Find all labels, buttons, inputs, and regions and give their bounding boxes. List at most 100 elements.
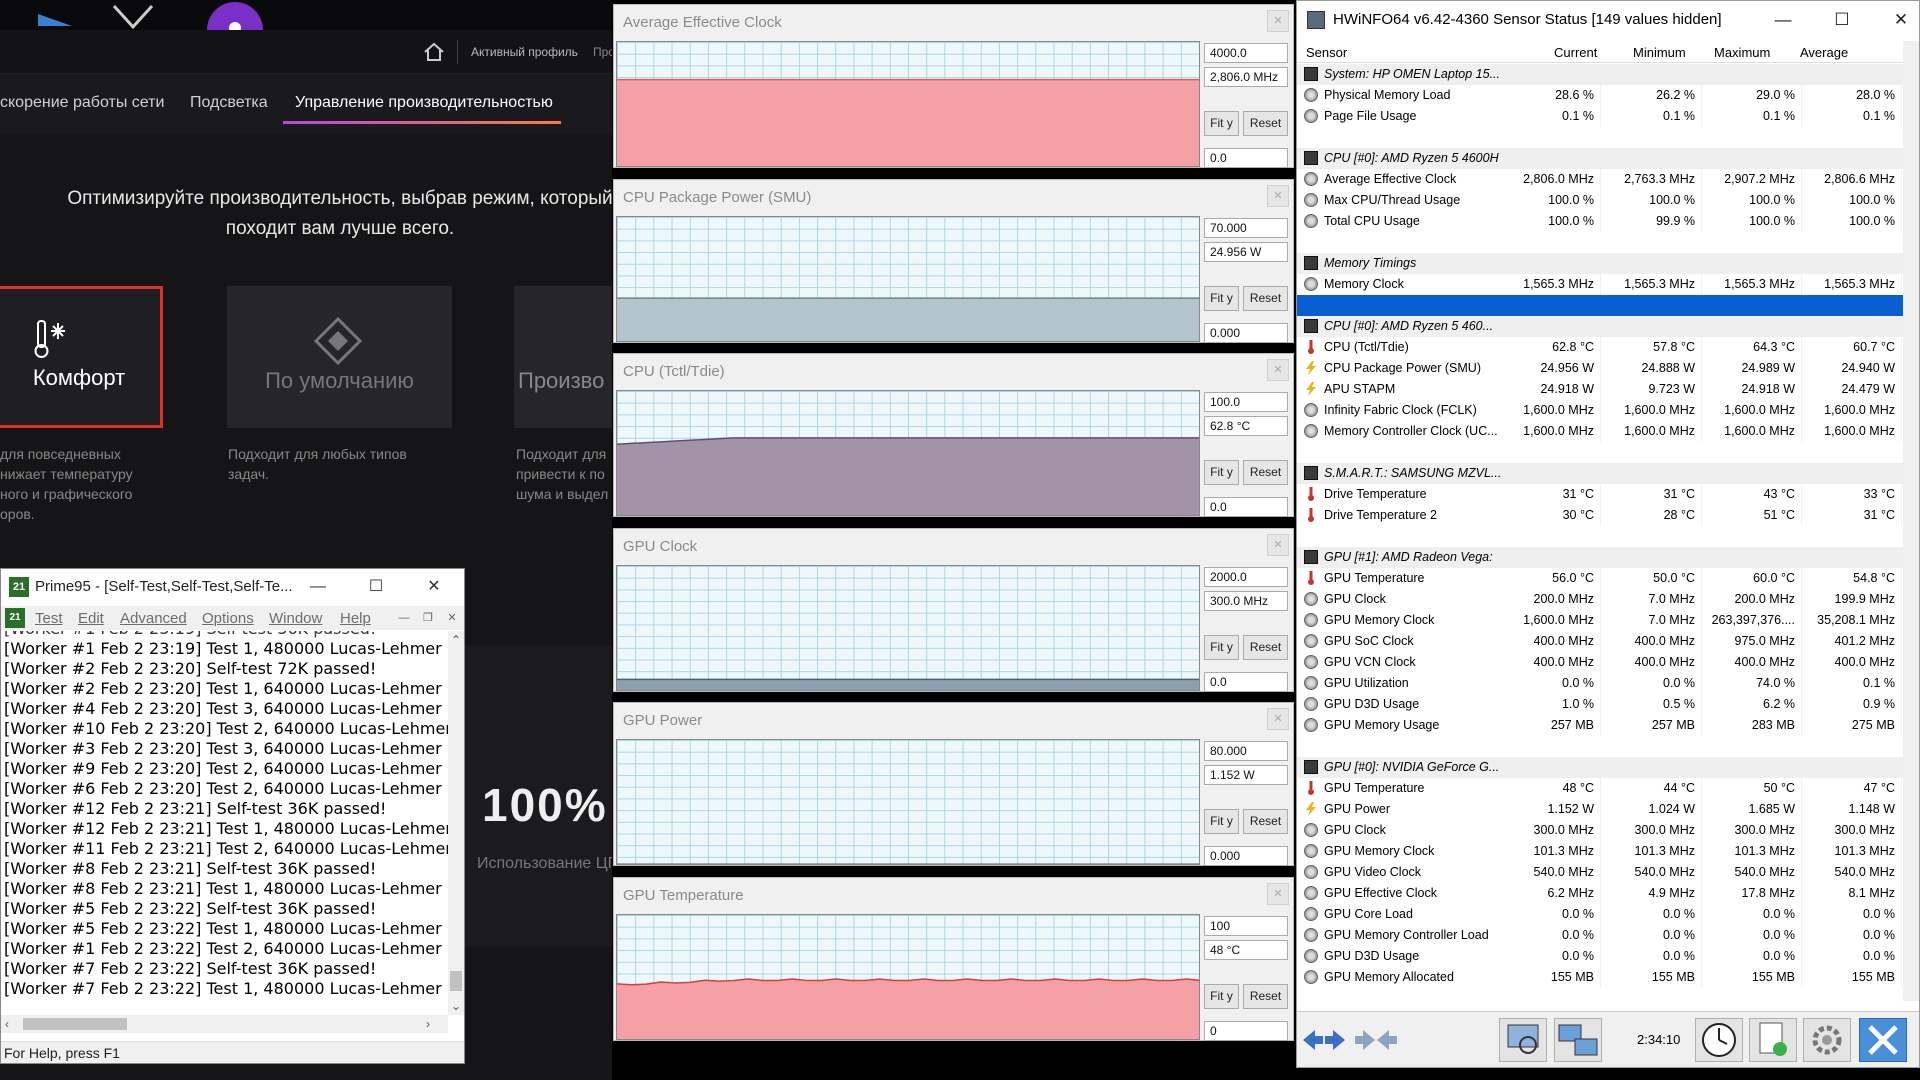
close-button[interactable]: ✕ <box>1881 6 1920 34</box>
column-sensor[interactable]: Sensor <box>1306 45 1347 60</box>
mdi-minimize-button[interactable]: — <box>393 609 415 627</box>
prime95-titlebar[interactable]: 21 Prime95 - [Self-Test,Self-Test,Self-T… <box>1 569 464 605</box>
graph-min-value[interactable]: 0 <box>1204 1020 1288 1041</box>
graph-window-average-effective-clock[interactable]: Average Effective Clock ✕ 4000.0 2,806.0 MH… <box>613 4 1294 168</box>
scroll-left-icon[interactable]: ‹ <box>5 1017 9 1031</box>
logging-button[interactable] <box>1749 1018 1797 1062</box>
sensor-row[interactable]: Max CPU/Thread Usage 100.0 % 100.0 % 100.0 … <box>1297 190 1903 211</box>
sensor-row[interactable]: Physical Memory Load 28.6 % 26.2 % 29.0 % 28… <box>1297 85 1903 106</box>
sensor-row[interactable]: Drive Temperature 31 °C 31 °C 43 °C 33 °C <box>1297 484 1903 505</box>
active-profile-label[interactable]: Активный профиль <box>471 45 578 59</box>
fit-y-button[interactable]: Fit y <box>1204 809 1239 834</box>
profile-truncated[interactable]: Про <box>593 45 612 59</box>
graph-window-cpu-tctl-tdie[interactable]: CPU (Tctl/Tdie) ✕ 100.0 62.8 °C Fit y Reset 0.… <box>613 353 1294 517</box>
sensor-row[interactable]: GPU SoC Clock 400.0 MHz 400.0 MHz 975.0 MHz… <box>1297 631 1903 652</box>
scroll-right-icon[interactable]: › <box>426 1017 430 1031</box>
graph-window-cpu-package-power-smu[interactable]: CPU Package Power (SMU) ✕ 70.000 24.956 W Fi… <box>613 178 1294 343</box>
sensor-row[interactable]: GPU D3D Usage 0.0 % 0.0 % 0.0 % 0.0 % <box>1297 946 1903 967</box>
graph-min-value[interactable]: 0.000 <box>1204 846 1288 866</box>
graph-max-value[interactable]: 100 <box>1204 915 1288 936</box>
sensor-row[interactable]: Page File Usage 0.1 % 0.1 % 0.1 % 0.1 % <box>1297 106 1903 127</box>
sensor-row[interactable]: GPU Clock 200.0 MHz 7.0 MHz 200.0 MHz 199.9 … <box>1297 589 1903 610</box>
scroll-thumb[interactable] <box>450 971 462 991</box>
reset-button[interactable]: Reset <box>1243 285 1288 311</box>
mdi-close-button[interactable]: ✕ <box>441 609 463 627</box>
graph-min-value[interactable]: 0.0 <box>1204 148 1288 168</box>
sensor-row[interactable]: GPU Memory Controller Load 0.0 % 0.0 % 0.0 … <box>1297 925 1903 946</box>
fit-y-button[interactable]: Fit y <box>1204 111 1239 136</box>
fit-y-button[interactable]: Fit y <box>1204 634 1239 660</box>
sensor-row[interactable]: GPU Memory Usage 257 MB 257 MB 283 MB 275 MB <box>1297 715 1903 736</box>
sensor-row[interactable]: GPU Memory Clock 1,600.0 MHz 7.0 MHz 263,39… <box>1297 610 1903 631</box>
graph-max-value[interactable]: 2000.0 <box>1204 566 1288 587</box>
column-maximum[interactable]: Maximum <box>1714 45 1770 60</box>
scroll-down-icon[interactable]: ⌄ <box>451 999 461 1013</box>
close-icon[interactable]: ✕ <box>1267 10 1289 32</box>
sensor-row[interactable]: Memory Controller Clock (UC... 1,600.0 MH… <box>1297 421 1903 442</box>
sensor-group-row[interactable]: System: HP OMEN Laptop 15... <box>1297 64 1903 85</box>
menu-help[interactable]: Help <box>340 610 371 627</box>
sensor-group-row[interactable]: CPU [#0]: AMD Ryzen 5 4600H <box>1297 148 1903 169</box>
maximize-button[interactable]: ☐ <box>361 575 391 599</box>
sensor-row[interactable]: GPU Clock 300.0 MHz 300.0 MHz 300.0 MHz 300.… <box>1297 820 1903 841</box>
sensor-row[interactable]: Drive Temperature 2 30 °C 28 °C 51 °C 31 °C <box>1297 505 1903 526</box>
selected-row[interactable] <box>1297 295 1903 316</box>
app-shortcut-icon[interactable] <box>108 0 158 30</box>
menu-advanced[interactable]: Advanced <box>120 610 187 627</box>
sensor-row[interactable]: GPU D3D Usage 1.0 % 0.5 % 6.2 % 0.9 % <box>1297 694 1903 715</box>
sensor-group-row[interactable]: GPU [#0]: NVIDIA GeForce G... <box>1297 757 1903 778</box>
network-button[interactable] <box>1554 1018 1602 1062</box>
graph-window-gpu-clock[interactable]: GPU Clock ✕ 2000.0 300.0 MHz Fit y Reset 0.0 <box>613 527 1294 692</box>
sensor-row[interactable]: Memory Clock 1,565.3 MHz 1,565.3 MHz 1,565.… <box>1297 274 1903 295</box>
vertical-scrollbar[interactable]: ⌃ ⌄ <box>448 631 464 1015</box>
maximize-button[interactable]: ☐ <box>1822 6 1862 34</box>
close-icon[interactable]: ✕ <box>1267 184 1289 207</box>
mdi-restore-button[interactable]: ❐ <box>417 609 439 627</box>
reset-button[interactable]: Reset <box>1243 634 1288 660</box>
hwinfo-titlebar[interactable]: HWiNFO64 v6.42-4360 Sensor Status [149 v… <box>1297 1 1919 39</box>
sensor-row[interactable]: GPU Memory Clock 101.3 MHz 101.3 MHz 101.3 … <box>1297 841 1903 862</box>
sensor-row[interactable]: GPU Video Clock 540.0 MHz 540.0 MHz 540.0 M… <box>1297 862 1903 883</box>
fit-y-button[interactable]: Fit y <box>1204 983 1239 1009</box>
mode-card-comfort[interactable]: Комфорт <box>0 286 163 428</box>
sensor-group-row[interactable]: S.M.A.R.T.: SAMSUNG MZVL... <box>1297 463 1903 484</box>
reset-button[interactable]: Reset <box>1243 809 1288 834</box>
tab-performance-control[interactable]: Управление производительностью <box>295 94 553 112</box>
sensor-row[interactable]: GPU Power 1.152 W 1.024 W 1.685 W 1.148 W <box>1297 799 1903 820</box>
scroll-thumb[interactable] <box>23 1018 127 1030</box>
sensor-row[interactable]: Total CPU Usage 100.0 % 99.9 % 100.0 % 100.0… <box>1297 211 1903 232</box>
sensor-row[interactable]: GPU Utilization 0.0 % 0.0 % 74.0 % 0.1 % <box>1297 673 1903 694</box>
close-icon[interactable]: ✕ <box>1267 533 1289 556</box>
vertical-scrollbar[interactable] <box>1903 41 1919 1001</box>
reset-timer-button[interactable] <box>1695 1018 1743 1062</box>
close-sensors-button[interactable] <box>1859 1018 1907 1062</box>
podcast-app-icon[interactable] <box>205 0 265 30</box>
sensor-group-row[interactable]: GPU [#1]: AMD Radeon Vega: <box>1297 547 1903 568</box>
graph-min-value[interactable]: 0.000 <box>1204 322 1288 343</box>
sensor-row[interactable]: GPU Temperature 56.0 °C 50.0 °C 60.0 °C 54.8… <box>1297 568 1903 589</box>
horizontal-scrollbar[interactable]: ‹ › <box>1 1015 448 1033</box>
column-average[interactable]: Average <box>1800 45 1848 60</box>
settings-button[interactable] <box>1803 1018 1851 1062</box>
graph-max-value[interactable]: 100.0 <box>1204 392 1288 412</box>
graph-min-value[interactable]: 0.0 <box>1204 671 1288 692</box>
menu-test[interactable]: Test <box>35 610 63 627</box>
sensor-row[interactable]: GPU Memory Allocated 155 MB 155 MB 155 MB 15… <box>1297 967 1903 988</box>
mode-card-default[interactable]: По умолчанию <box>227 286 452 428</box>
fit-y-button[interactable]: Fit y <box>1204 285 1239 311</box>
sensor-row[interactable]: GPU Core Load 0.0 % 0.0 % 0.0 % 0.0 % <box>1297 904 1903 925</box>
minimize-button[interactable]: — <box>1763 6 1803 34</box>
tab-network-boost[interactable]: скорение работы сети <box>0 94 164 112</box>
column-current[interactable]: Current <box>1554 45 1597 60</box>
app-shortcut-icon[interactable] <box>28 0 78 30</box>
scroll-up-icon[interactable]: ⌃ <box>451 633 461 647</box>
sensor-row[interactable]: GPU VCN Clock 400.0 MHz 400.0 MHz 400.0 MHz… <box>1297 652 1903 673</box>
sensor-group-row[interactable]: Memory Timings <box>1297 253 1903 274</box>
graph-max-value[interactable]: 70.000 <box>1204 217 1288 238</box>
menu-edit[interactable]: Edit <box>78 610 104 627</box>
sensor-row[interactable]: Infinity Fabric Clock (FCLK) 1,600.0 MHz 1… <box>1297 400 1903 421</box>
menu-window[interactable]: Window <box>269 610 322 627</box>
sensor-row[interactable]: CPU (Tctl/Tdie) 62.8 °C 57.8 °C 64.3 °C 60.7… <box>1297 337 1903 358</box>
sensor-row[interactable]: GPU Temperature 48 °C 44 °C 50 °C 47 °C <box>1297 778 1903 799</box>
column-minimum[interactable]: Minimum <box>1633 45 1686 60</box>
